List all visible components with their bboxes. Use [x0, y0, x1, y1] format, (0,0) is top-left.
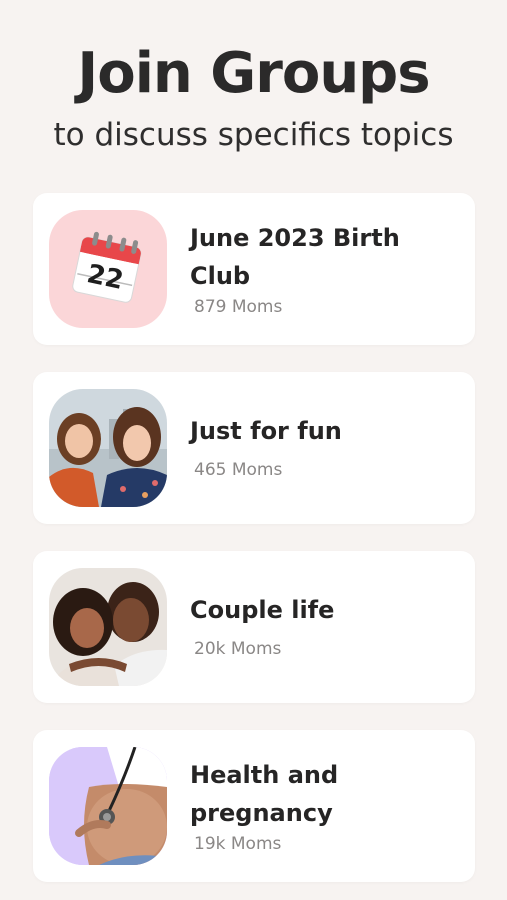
group-name: Health and pregnancy — [190, 761, 339, 827]
pregnancy-photo — [49, 747, 167, 865]
friends-photo — [49, 389, 167, 507]
page-title: Join Groups — [77, 41, 430, 106]
group-member-count: 879 Moms — [194, 297, 283, 317]
page-subtitle: to discuss specifics topics — [53, 117, 454, 153]
group-name: Just for fun — [190, 417, 342, 445]
group-card-health-and-pregnancy[interactable]: Health and pregnancy 19k Moms — [33, 730, 475, 882]
calendar-icon: 22 — [49, 210, 167, 328]
group-member-count: 20k Moms — [194, 639, 282, 659]
group-card-just-for-fun[interactable]: Just for fun 465 Moms — [33, 372, 475, 524]
couple-photo — [49, 568, 167, 686]
group-member-count: 465 Moms — [194, 460, 283, 480]
group-name: Couple life — [190, 596, 335, 624]
group-card-june-2023-birth-club[interactable]: 22 June 2023 Birth Club 879 Moms — [33, 193, 475, 345]
group-name: June 2023 Birth Club — [190, 224, 400, 290]
group-card-couple-life[interactable]: Couple life 20k Moms — [33, 551, 475, 703]
group-member-count: 19k Moms — [194, 834, 282, 854]
